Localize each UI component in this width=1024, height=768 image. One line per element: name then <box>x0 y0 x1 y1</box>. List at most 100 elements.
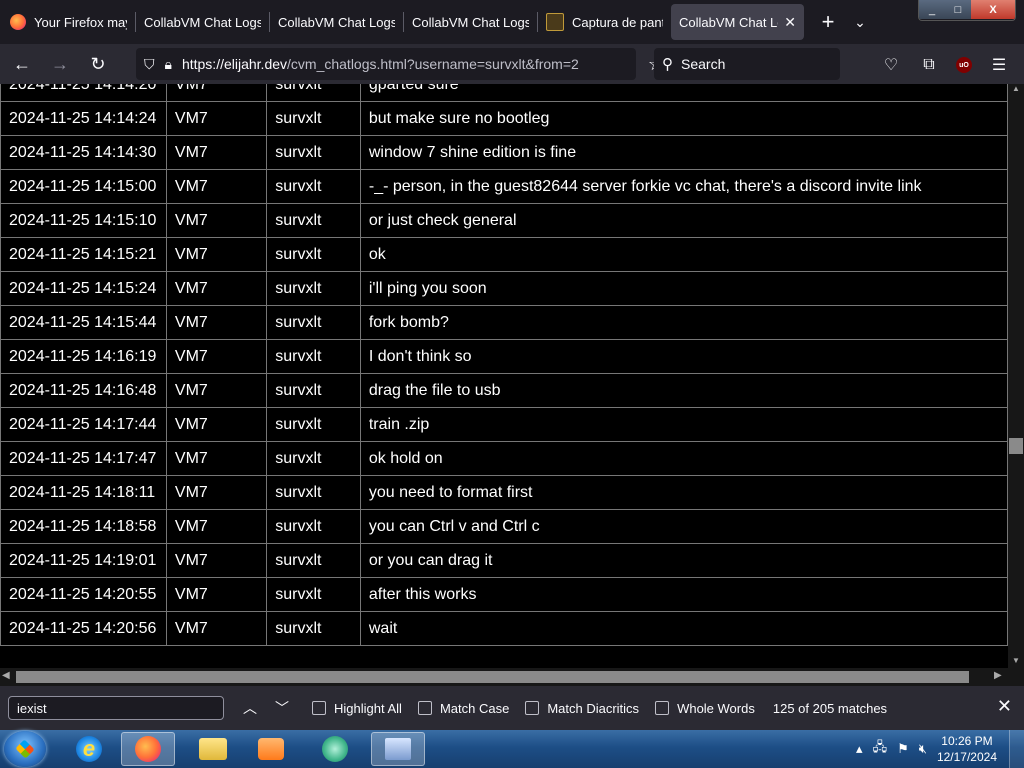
lock-icon[interactable]: 🔒︎ <box>165 56 172 73</box>
close-icon[interactable]: ✕ <box>997 696 1012 717</box>
volume-muted-icon[interactable]: 🔇︎ <box>919 741 927 757</box>
forward-button[interactable]: → <box>44 48 76 80</box>
tab-chatlogs-2[interactable]: CollabVM Chat Logs <box>270 4 403 40</box>
show-desktop-button[interactable] <box>1009 730 1024 768</box>
tab-chatlogs-3[interactable]: CollabVM Chat Logs <box>404 4 537 40</box>
close-window-button[interactable]: X <box>971 0 1015 19</box>
minimize-button[interactable]: _ <box>919 0 945 19</box>
username-cell: survxlt <box>266 271 361 306</box>
username-cell: survxlt <box>266 373 361 408</box>
navigation-toolbar: ← → ↻ ⛉ 🔒︎ https://elijahr.dev/cvm_chatl… <box>0 44 1024 84</box>
message-cell: wait <box>359 611 1008 646</box>
pocket-icon[interactable]: ♡ <box>880 54 902 76</box>
vm-cell: VM7 <box>165 543 268 578</box>
match-diacritics-checkbox[interactable]: Match Diacritics <box>525 701 639 716</box>
message-cell: but make sure no bootleg <box>359 101 1008 136</box>
horizontal-scrollbar[interactable]: ◀ ▶ <box>0 668 1024 686</box>
vm-cell: VM7 <box>165 169 268 204</box>
menu-icon[interactable]: ☰ <box>988 54 1010 76</box>
message-cell: gparted sure <box>359 84 1008 102</box>
username-cell: survxlt <box>266 101 361 136</box>
scroll-up-icon[interactable]: ▲ <box>1008 84 1024 96</box>
horizontal-scroll-thumb[interactable] <box>16 671 969 683</box>
vm-cell: VM7 <box>165 577 268 612</box>
url-bar[interactable]: ⛉ 🔒︎ https://elijahr.dev/cvm_chatlogs.ht… <box>136 48 664 80</box>
scroll-down-icon[interactable]: ▼ <box>1008 656 1024 668</box>
vm-cell: VM7 <box>165 339 268 374</box>
message-cell: i'll ping you soon <box>359 271 1008 306</box>
tab-chatlogs-1[interactable]: CollabVM Chat Logs <box>136 4 269 40</box>
table-row: 2024-11-25 14:15:10 VM7 survxlt or just che… <box>0 203 1008 238</box>
list-all-tabs-button[interactable]: ⌄ <box>844 6 876 38</box>
firefox-icon <box>135 736 161 762</box>
taskbar-explorer[interactable] <box>186 732 240 766</box>
scroll-right-icon[interactable]: ▶ <box>994 670 1002 681</box>
system-tray: ▴ 🖧︎ ⚑ 🔇︎ 10:26 PM 12/17/2024 <box>856 730 1024 768</box>
username-cell: survxlt <box>266 475 361 510</box>
checkbox-icon[interactable] <box>525 701 540 715</box>
show-hidden-icons-icon[interactable]: ▴ <box>856 741 863 757</box>
reload-button[interactable]: ↻ <box>82 48 114 80</box>
url-text[interactable]: https://elijahr.dev/cvm_chatlogs.html?us… <box>182 56 628 72</box>
taskbar-media-player[interactable] <box>244 732 298 766</box>
timestamp-cell: 2024-11-25 14:14:30 <box>0 135 167 170</box>
option-label: Match Case <box>439 700 510 716</box>
search-bar[interactable]: ⚲ Search <box>654 48 840 80</box>
message-cell: or you can drag it <box>359 543 1008 578</box>
match-count: 125 of 205 matches <box>772 700 888 716</box>
find-input[interactable] <box>8 696 224 720</box>
shield-icon[interactable]: ⛉ <box>144 56 155 73</box>
message-cell: I don't think so <box>359 339 1008 374</box>
scroll-left-icon[interactable]: ◀ <box>2 670 10 681</box>
username-cell: survxlt <box>266 407 361 442</box>
taskbar-chat-app[interactable] <box>308 732 362 766</box>
checkbox-icon[interactable] <box>417 701 432 715</box>
table-row: 2024-11-25 14:14:30 VM7 survxlt window 7 sh… <box>0 135 1008 170</box>
match-case-checkbox[interactable]: Match Case <box>417 700 510 716</box>
taskbar-vm-window[interactable] <box>371 732 425 766</box>
clock[interactable]: 10:26 PM 12/17/2024 <box>937 733 997 765</box>
table-row: 2024-11-25 14:18:11 VM7 survxlt you need to… <box>0 475 1008 510</box>
vm-cell: VM7 <box>165 135 268 170</box>
find-previous-button[interactable]: ︿ <box>236 694 264 722</box>
timestamp-cell: 2024-11-25 14:20:56 <box>0 611 167 646</box>
taskbar-firefox[interactable] <box>121 732 175 766</box>
arrow-right-icon: → <box>51 53 69 74</box>
username-cell: survxlt <box>266 577 361 612</box>
new-tab-button[interactable]: + <box>812 6 844 38</box>
message-cell: -_- person, in the guest82644 server for… <box>359 169 1008 204</box>
username-cell: survxlt <box>266 305 361 340</box>
taskbar: e ▴ 🖧︎ ⚑ 🔇︎ 10:26 PM 12/17/2024 <box>0 730 1024 768</box>
table-row: 2024-11-25 14:20:55 VM7 survxlt after this … <box>0 577 1008 612</box>
message-cell: ok <box>359 237 1008 272</box>
maximize-button[interactable]: □ <box>945 0 971 19</box>
flag-icon[interactable]: ⚑ <box>897 741 909 757</box>
vertical-scrollbar[interactable]: ▲ ▼ <box>1008 84 1024 668</box>
vm-cell: VM7 <box>165 84 268 102</box>
vertical-scroll-thumb[interactable] <box>1009 438 1023 454</box>
checkbox-icon[interactable] <box>655 701 670 715</box>
back-button[interactable]: ← <box>6 48 38 80</box>
tab-firefox-notice[interactable]: Your Firefox may <box>0 4 135 40</box>
windows-logo-icon <box>15 739 35 759</box>
close-tab-icon[interactable]: ✕ <box>784 14 796 31</box>
firefox-icon <box>10 14 26 30</box>
ublock-origin-icon[interactable]: uO <box>956 57 972 73</box>
arrow-left-icon: ← <box>13 53 31 74</box>
start-button[interactable] <box>4 731 46 767</box>
username-cell: survxlt <box>266 339 361 374</box>
tab-label: CollabVM Chat Logs <box>144 14 261 30</box>
username-cell: survxlt <box>266 509 361 544</box>
checkbox-icon[interactable] <box>312 701 326 715</box>
message-cell: you need to format first <box>359 475 1008 510</box>
highlight-all-checkbox[interactable]: Highlight All <box>312 701 402 716</box>
network-icon[interactable]: 🖧︎ <box>873 738 888 760</box>
find-next-button[interactable]: ﹀ <box>268 694 296 722</box>
vm-cell: VM7 <box>165 373 268 408</box>
tab-chatlogs-active[interactable]: CollabVM Chat Lo ✕ <box>671 4 804 40</box>
taskbar-internet-explorer[interactable]: e <box>62 732 116 766</box>
tab-captura[interactable]: Captura de panta <box>538 4 671 40</box>
timestamp-cell: 2024-11-25 14:15:24 <box>0 271 167 306</box>
extensions-icon[interactable]: ⧉ <box>918 54 940 76</box>
whole-words-checkbox[interactable]: Whole Words <box>655 701 755 716</box>
